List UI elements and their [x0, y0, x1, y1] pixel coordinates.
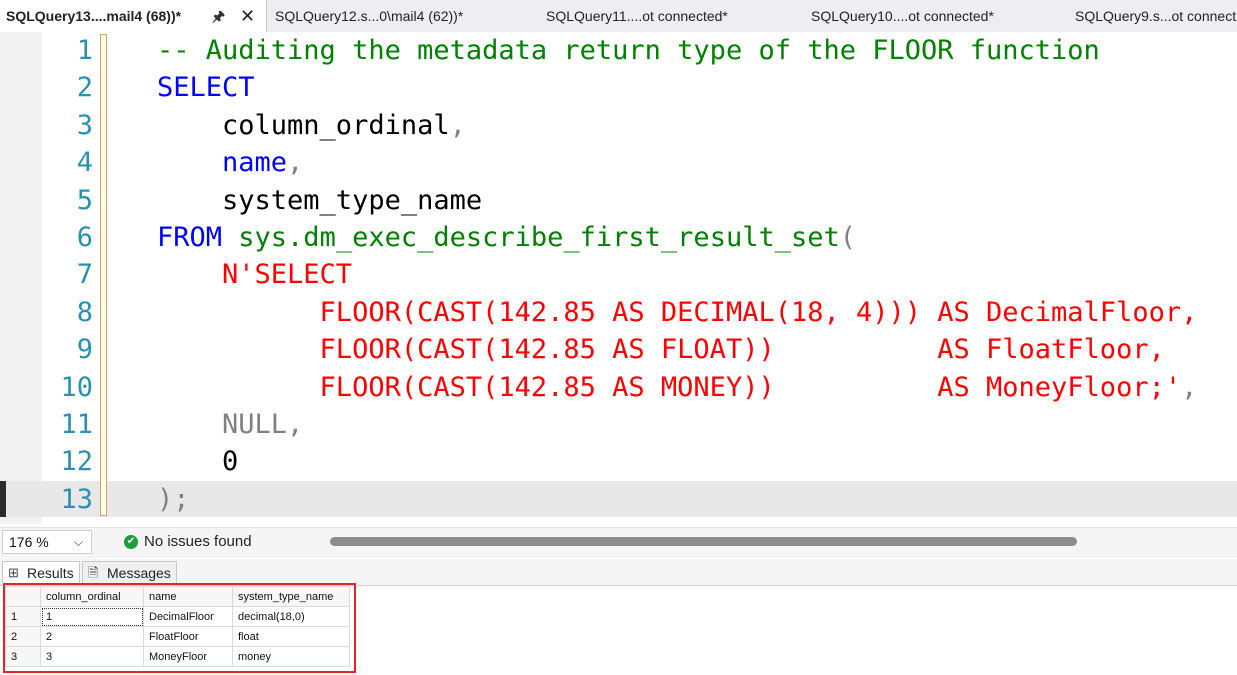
code-token: ,: [449, 109, 466, 141]
tab-sqlquery13[interactable]: SQLQuery13....mail4 (68))* 🖈 ✕: [0, 0, 267, 32]
code-text: FLOOR(CAST(142.85 AS DECIMAL(18, 4))) AS…: [157, 294, 1198, 331]
code-text: 0: [157, 443, 238, 480]
code-text: name,: [157, 144, 303, 181]
code-token: );: [157, 483, 190, 515]
tab-sqlquery12[interactable]: SQLQuery12.s...0\mail4 (62))*: [275, 0, 463, 32]
code-line[interactable]: 3 column_ordinal,: [0, 107, 1237, 144]
pin-icon[interactable]: 🖈: [212, 0, 225, 32]
tab-results[interactable]: ⊞ Results: [2, 561, 80, 583]
code-line[interactable]: 1 -- Auditing the metadata return type of…: [0, 32, 1237, 69]
line-number: 3: [76, 109, 93, 141]
code-line[interactable]: 6 FROM sys.dm_exec_describe_first_result_…: [0, 219, 1237, 256]
results-tab-strip: ⊞ Results 🗎 Messages: [0, 559, 1237, 585]
code-text: column_ordinal,: [157, 107, 466, 144]
code-token: ,: [1181, 371, 1198, 403]
line-number: 10: [60, 371, 93, 403]
line-number: 5: [76, 184, 93, 216]
code-token: 0: [157, 446, 239, 478]
line-number: 2: [76, 72, 93, 104]
line-number: 8: [76, 296, 93, 328]
code-token: FROM: [157, 222, 223, 253]
horizontal-scrollbar[interactable]: [330, 537, 1077, 546]
code-text: N'SELECT: [157, 256, 352, 293]
code-text: FROM sys.dm_exec_describe_first_result_s…: [157, 219, 856, 256]
line-number: 9: [76, 334, 93, 366]
zoom-value: 176 %: [9, 534, 49, 550]
code-text: );: [157, 481, 190, 518]
code-token: ,: [287, 147, 304, 179]
tab-label: SQLQuery13....mail4 (68))*: [6, 8, 182, 24]
code-line[interactable]: 12 0: [0, 443, 1237, 480]
code-line[interactable]: 9 FLOOR(CAST(142.85 AS FLOAT)) AS FloatF…: [0, 331, 1237, 368]
code-line[interactable]: 8 FLOOR(CAST(142.85 AS DECIMAL(18, 4))) …: [0, 294, 1237, 331]
line-number: 11: [60, 409, 93, 440]
line-number: 13: [60, 483, 93, 515]
code-token: FLOOR(CAST(142.85 AS DECIMAL(18, 4))) AS…: [157, 296, 1198, 328]
line-number: 4: [76, 147, 93, 179]
query-editor[interactable]: 1 -- Auditing the metadata return type of…: [0, 32, 1237, 524]
tab-label: SQLQuery12.s...0\mail4 (62))*: [275, 8, 464, 24]
tab-label: SQLQuery11....ot connected*: [546, 8, 728, 24]
document-tab-strip: SQLQuery13....mail4 (68))* 🖈 ✕ SQLQuery1…: [0, 0, 1237, 33]
code-text: SELECT: [157, 69, 255, 106]
tab-sqlquery9[interactable]: SQLQuery9.s...ot connect: [1075, 0, 1236, 32]
highlight-box: [3, 583, 356, 673]
code-line[interactable]: 13);: [0, 481, 1237, 518]
code-token: FLOOR(CAST(142.85 AS FLOAT)) AS FloatFlo…: [157, 334, 1165, 366]
code-token: (: [839, 222, 857, 253]
code-token: FLOOR(CAST(142.85 AS MONEY)) AS MoneyFlo…: [157, 371, 1182, 403]
code-line[interactable]: 7 N'SELECT: [0, 256, 1237, 293]
tab-sqlquery11[interactable]: SQLQuery11....ot connected*: [546, 0, 728, 32]
code-line[interactable]: 10 FLOOR(CAST(142.85 AS MONEY)) AS Money…: [0, 369, 1237, 406]
code-token: sys.dm_exec_describe_first_result_set: [222, 222, 840, 253]
check-circle-icon: ✔: [124, 535, 138, 549]
code-line[interactable]: 11 NULL,: [0, 406, 1237, 443]
grid-icon: ⊞: [8, 565, 19, 580]
code-token: SELECT: [157, 72, 255, 104]
tab-label: SQLQuery9.s...ot connect: [1075, 8, 1237, 24]
line-number: 12: [60, 446, 93, 478]
code-text: NULL,: [157, 406, 303, 443]
zoom-dropdown[interactable]: 176 % ⌵: [2, 530, 92, 554]
tab-label: SQLQuery10....ot connected*: [811, 8, 994, 24]
code-text: system_type_name: [157, 182, 482, 219]
code-line[interactable]: 4 name,: [0, 144, 1237, 181]
tab-messages-label: Messages: [107, 565, 171, 581]
issues-status[interactable]: No issues found: [144, 533, 252, 550]
messages-icon: 🗎: [88, 565, 99, 580]
code-token: name: [157, 147, 288, 179]
line-number: 7: [76, 259, 93, 291]
code-line[interactable]: 2 SELECT: [0, 69, 1237, 106]
code-text: -- Auditing the metadata return type of …: [157, 32, 1100, 69]
code-text: FLOOR(CAST(142.85 AS FLOAT)) AS FloatFlo…: [157, 331, 1165, 368]
code-text: FLOOR(CAST(142.85 AS MONEY)) AS MoneyFlo…: [157, 369, 1198, 406]
code-token: ,: [287, 409, 304, 440]
close-icon[interactable]: ✕: [240, 0, 255, 32]
line-number: 6: [76, 222, 93, 253]
tab-results-label: Results: [27, 565, 74, 581]
tab-sqlquery10[interactable]: SQLQuery10....ot connected*: [811, 0, 994, 32]
tab-messages[interactable]: 🗎 Messages: [82, 561, 177, 583]
code-token: system_type_name: [157, 184, 483, 216]
editor-status-bar: 176 % ⌵ ✔ No issues found: [0, 527, 1237, 558]
code-token: column_ordinal: [157, 109, 450, 141]
code-line[interactable]: 5 system_type_name: [0, 182, 1237, 219]
line-number: 1: [76, 35, 93, 66]
chevron-down-icon: ⌵: [73, 535, 83, 549]
code-token: -- Auditing the metadata return type of …: [157, 35, 1100, 66]
code-token: NULL: [157, 409, 288, 440]
code-token: N'SELECT: [157, 259, 353, 291]
